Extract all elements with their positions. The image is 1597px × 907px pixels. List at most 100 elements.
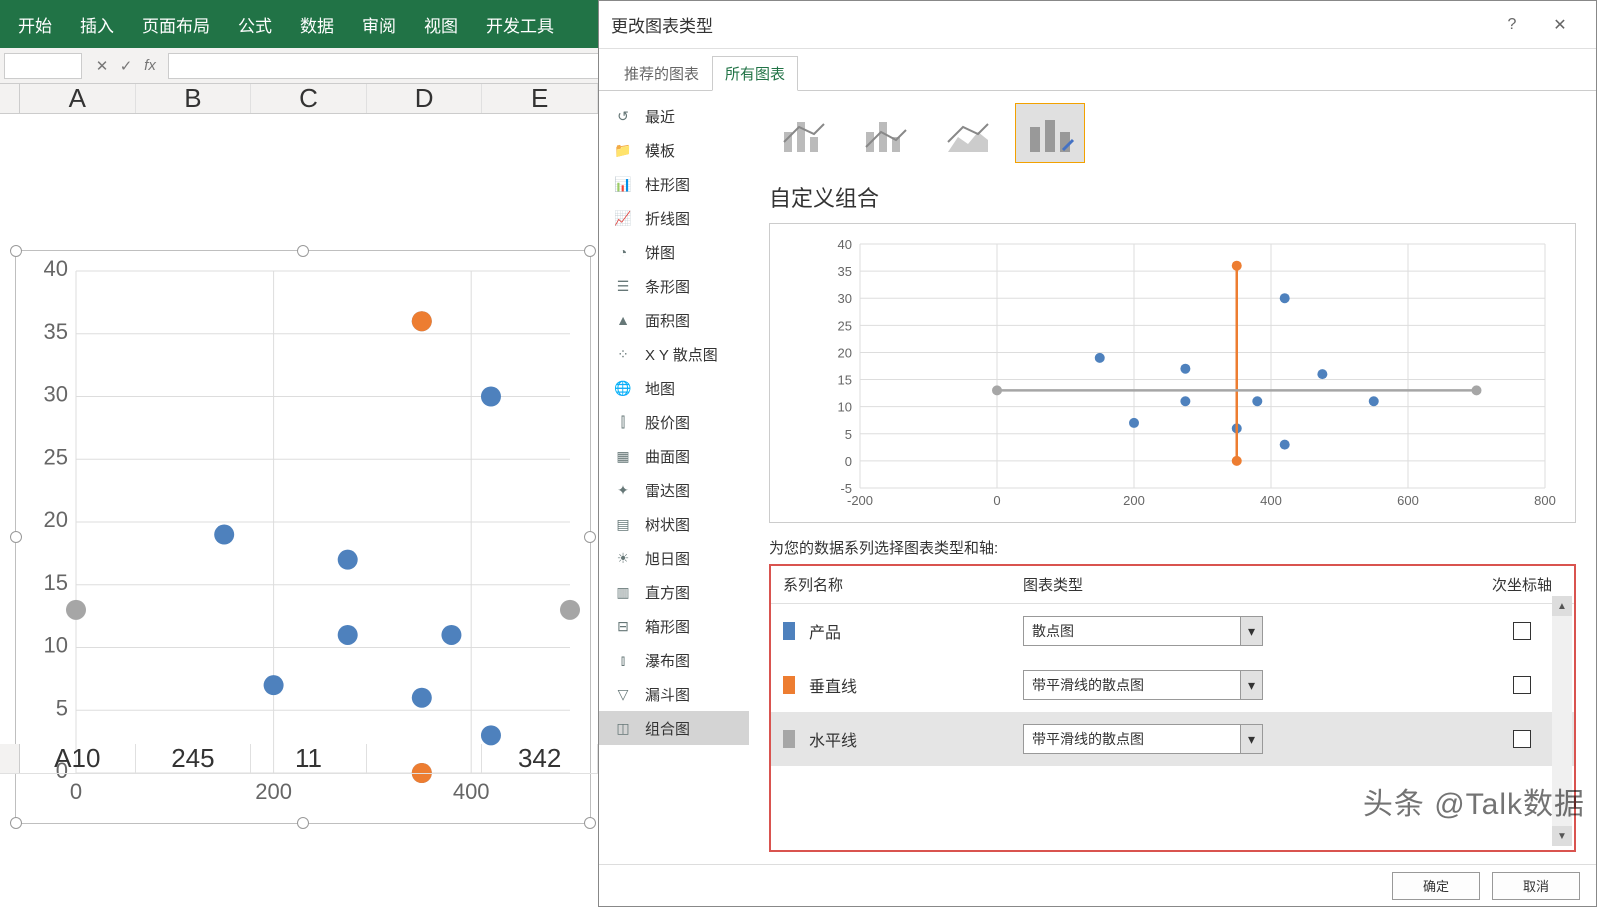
cancel-button[interactable]: 取消 bbox=[1492, 872, 1580, 900]
cell[interactable] bbox=[367, 744, 483, 773]
globe-icon: 🌐 bbox=[613, 378, 633, 398]
chart-category-scatter[interactable]: ⁘X Y 散点图 bbox=[599, 337, 749, 371]
resize-handle[interactable] bbox=[584, 817, 596, 829]
secondary-axis-checkbox[interactable] bbox=[1513, 622, 1531, 640]
svg-text:25: 25 bbox=[838, 318, 852, 333]
chart-category-line[interactable]: 📈折线图 bbox=[599, 201, 749, 235]
cancel-icon[interactable]: ✕ bbox=[90, 54, 114, 78]
chart-category-pie[interactable]: ◔饼图 bbox=[599, 235, 749, 269]
chart-category-↺[interactable]: ↺最近 bbox=[599, 99, 749, 133]
ribbon-tab-insert[interactable]: 插入 bbox=[66, 0, 128, 48]
ribbon-tab-formula[interactable]: 公式 bbox=[224, 0, 286, 48]
series-row[interactable]: 水平线带平滑线的散点图▾ bbox=[771, 712, 1574, 766]
series-row[interactable]: 垂直线带平滑线的散点图▾ bbox=[771, 658, 1574, 712]
chart-category-water[interactable]: ⫾瀑布图 bbox=[599, 643, 749, 677]
chart-category-stock[interactable]: ⫿股价图 bbox=[599, 405, 749, 439]
combo-subtype-row bbox=[769, 103, 1576, 163]
resize-handle[interactable] bbox=[10, 245, 22, 257]
chart-category-combo[interactable]: ◫组合图 bbox=[599, 711, 749, 745]
resize-handle[interactable] bbox=[10, 531, 22, 543]
pie-icon: ◔ bbox=[613, 242, 633, 262]
chart-category-sun[interactable]: ☀旭日图 bbox=[599, 541, 749, 575]
resize-handle[interactable] bbox=[297, 245, 309, 257]
row-header[interactable] bbox=[0, 744, 20, 773]
scroll-down-icon[interactable]: ▼ bbox=[1552, 826, 1572, 846]
svg-text:400: 400 bbox=[453, 779, 490, 804]
select-all-corner[interactable] bbox=[0, 84, 20, 113]
secondary-axis-checkbox[interactable] bbox=[1513, 730, 1531, 748]
name-box[interactable] bbox=[4, 53, 82, 79]
col-header[interactable]: A bbox=[20, 84, 136, 113]
chart-category-folder[interactable]: 📁模板 bbox=[599, 133, 749, 167]
series-name: 垂直线 bbox=[809, 673, 1023, 697]
ok-button[interactable]: 确定 bbox=[1392, 872, 1480, 900]
combo-subtype[interactable] bbox=[851, 103, 921, 163]
chart-category-col[interactable]: 📊柱形图 bbox=[599, 167, 749, 201]
chart-category-hist[interactable]: ▥直方图 bbox=[599, 575, 749, 609]
fx-icon[interactable]: fx bbox=[138, 54, 162, 78]
resize-handle[interactable] bbox=[297, 817, 309, 829]
radar-icon: ✦ bbox=[613, 480, 633, 500]
col-header[interactable]: E bbox=[482, 84, 598, 113]
confirm-icon[interactable]: ✓ bbox=[114, 54, 138, 78]
scroll-up-icon[interactable]: ▲ bbox=[1552, 596, 1572, 616]
combo-subtype[interactable] bbox=[769, 103, 839, 163]
hist-icon: ▥ bbox=[613, 582, 633, 602]
chart-category-bar[interactable]: ☰条形图 bbox=[599, 269, 749, 303]
dialog-tabs: 推荐的图表 所有图表 bbox=[599, 49, 1596, 91]
chart-type-select[interactable]: 带平滑线的散点图▾ bbox=[1023, 724, 1263, 754]
combo-subtype[interactable] bbox=[933, 103, 1003, 163]
combo-subtype-custom[interactable] bbox=[1015, 103, 1085, 163]
svg-text:35: 35 bbox=[44, 319, 68, 344]
chart-type-select[interactable]: 带平滑线的散点图▾ bbox=[1023, 670, 1263, 700]
ribbon-tab-data[interactable]: 数据 bbox=[286, 0, 348, 48]
↺-icon: ↺ bbox=[613, 106, 633, 126]
col-icon: 📊 bbox=[613, 174, 633, 194]
ribbon-tab-view[interactable]: 视图 bbox=[410, 0, 472, 48]
chart-type-select[interactable]: 散点图▾ bbox=[1023, 616, 1263, 646]
ribbon-tab-review[interactable]: 审阅 bbox=[348, 0, 410, 48]
tab-recommended[interactable]: 推荐的图表 bbox=[611, 56, 712, 91]
series-swatch bbox=[783, 676, 795, 694]
cell[interactable]: 11 bbox=[251, 744, 367, 773]
chart-category-funnel[interactable]: ▽漏斗图 bbox=[599, 677, 749, 711]
svg-text:600: 600 bbox=[1397, 493, 1419, 508]
help-button[interactable]: ? bbox=[1488, 1, 1536, 49]
svg-text:-200: -200 bbox=[847, 493, 873, 508]
ribbon-tab-home[interactable]: 开始 bbox=[4, 0, 66, 48]
chart-category-surface[interactable]: ▦曲面图 bbox=[599, 439, 749, 473]
series-header-name: 系列名称 bbox=[783, 574, 1023, 595]
tab-all-charts[interactable]: 所有图表 bbox=[712, 56, 798, 91]
dialog-titlebar: 更改图表类型 ? ✕ bbox=[599, 1, 1596, 49]
col-header[interactable]: D bbox=[367, 84, 483, 113]
dialog-footer: 确定 取消 bbox=[599, 864, 1596, 906]
svg-text:800: 800 bbox=[1534, 493, 1556, 508]
svg-text:30: 30 bbox=[44, 382, 68, 407]
chart-category-area[interactable]: ▲面积图 bbox=[599, 303, 749, 337]
funnel-icon: ▽ bbox=[613, 684, 633, 704]
resize-handle[interactable] bbox=[10, 817, 22, 829]
ribbon-tab-layout[interactable]: 页面布局 bbox=[128, 0, 224, 48]
chart-category-globe[interactable]: 🌐地图 bbox=[599, 371, 749, 405]
chart-category-tree[interactable]: ▤树状图 bbox=[599, 507, 749, 541]
svg-text:0: 0 bbox=[845, 454, 852, 469]
col-header[interactable]: B bbox=[136, 84, 252, 113]
cell[interactable]: 342 bbox=[482, 744, 598, 773]
chart-category-radar[interactable]: ✦雷达图 bbox=[599, 473, 749, 507]
cell[interactable]: 245 bbox=[136, 744, 252, 773]
worksheet[interactable]: A B C D E 05101520253035400200400 A10 24… bbox=[0, 84, 598, 907]
bar-icon: ☰ bbox=[613, 276, 633, 296]
svg-text:30: 30 bbox=[838, 291, 852, 306]
secondary-axis-checkbox[interactable] bbox=[1513, 676, 1531, 694]
resize-handle[interactable] bbox=[584, 531, 596, 543]
series-row[interactable]: 产品散点图▾ bbox=[771, 604, 1574, 658]
svg-text:20: 20 bbox=[44, 507, 68, 532]
ribbon-tab-dev[interactable]: 开发工具 bbox=[472, 0, 568, 48]
cell[interactable]: A10 bbox=[20, 744, 136, 773]
embedded-chart[interactable]: 05101520253035400200400 bbox=[15, 250, 591, 824]
resize-handle[interactable] bbox=[584, 245, 596, 257]
series-swatch bbox=[783, 622, 795, 640]
col-header[interactable]: C bbox=[251, 84, 367, 113]
chart-category-box[interactable]: ⊟箱形图 bbox=[599, 609, 749, 643]
close-button[interactable]: ✕ bbox=[1536, 1, 1584, 49]
